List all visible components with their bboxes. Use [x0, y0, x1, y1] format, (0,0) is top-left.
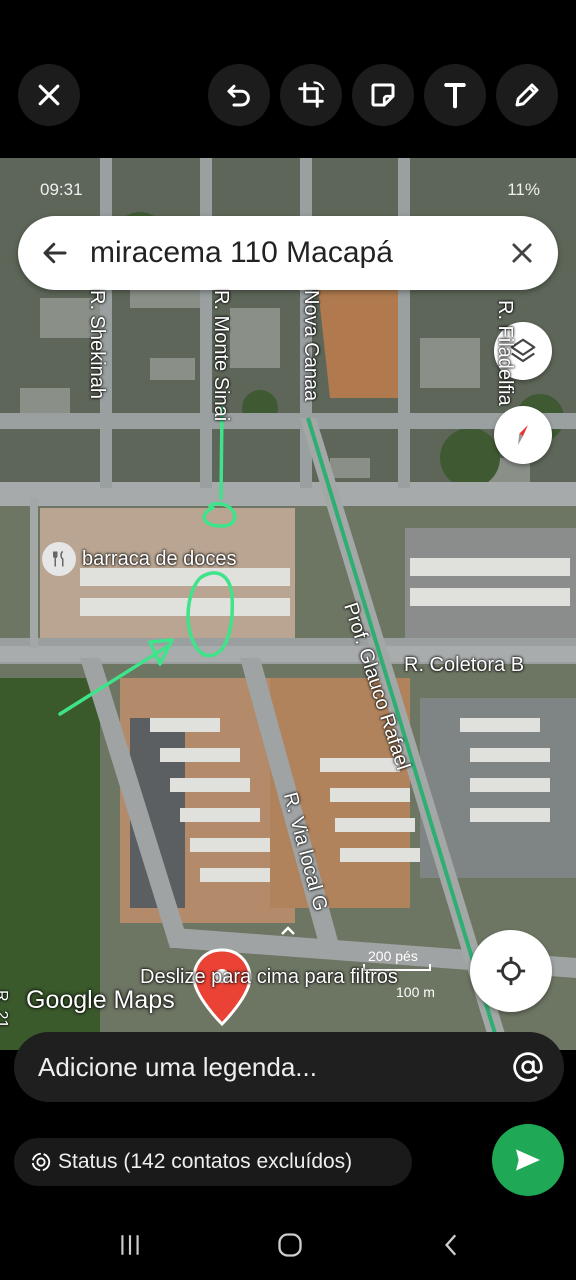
send-icon	[516, 1149, 540, 1171]
status-battery: 11%	[507, 180, 540, 199]
google-maps-logo: Google Maps	[26, 986, 175, 1014]
crop-rotate-button[interactable]	[280, 64, 342, 126]
status-audience-label: Status (142 contatos excluídos)	[58, 1150, 353, 1173]
status-time: 09:31	[40, 180, 83, 199]
status-icon	[31, 1152, 51, 1172]
back-chevron-icon	[444, 1234, 457, 1256]
street-label: R. 21	[0, 990, 10, 1029]
pencil-icon	[515, 83, 539, 107]
editor-toolbar	[0, 0, 576, 160]
send-button[interactable]	[492, 1124, 564, 1196]
pencil-button[interactable]	[496, 64, 558, 126]
home-button[interactable]	[270, 1228, 310, 1262]
poi-marker[interactable]: barraca de doces	[42, 542, 237, 576]
mention-icon[interactable]	[512, 1051, 544, 1083]
text-button[interactable]	[424, 64, 486, 126]
my-location-button[interactable]	[470, 930, 552, 1012]
undo-button[interactable]	[208, 64, 270, 126]
poi-label: barraca de doces	[82, 547, 237, 570]
street-label: R. Monte Sinai	[210, 290, 232, 422]
undo-icon	[227, 84, 250, 107]
close-button[interactable]	[18, 64, 80, 126]
clear-search-icon[interactable]	[508, 239, 536, 267]
street-label: R. Filadelfia	[494, 300, 516, 406]
home-icon	[278, 1233, 302, 1257]
back-button[interactable]	[432, 1228, 472, 1262]
caption-input[interactable]: Adicione uma legenda...	[14, 1032, 564, 1102]
scale-feet: 200 pés	[368, 948, 418, 964]
compass-icon	[518, 425, 528, 445]
search-query[interactable]: miracema 110 Macapá	[90, 236, 508, 270]
maps-search-bar[interactable]: miracema 110 Macapá	[18, 216, 558, 290]
recent-apps-icon	[121, 1235, 139, 1255]
caption-placeholder[interactable]: Adicione uma legenda...	[38, 1052, 512, 1083]
sticker-button[interactable]	[352, 64, 414, 126]
back-arrow-icon[interactable]	[40, 238, 70, 268]
phone-status-bar: 09:31 11%	[40, 180, 540, 200]
crop-rotate-icon	[298, 81, 325, 108]
crosshair-icon	[496, 956, 526, 986]
text-icon	[444, 83, 466, 109]
swipe-hint: Deslize para cima para filtros	[140, 966, 398, 988]
scale-meters: 100 m	[396, 984, 435, 1000]
recent-apps-button[interactable]	[110, 1228, 150, 1262]
restaurant-icon	[42, 542, 76, 576]
street-label: R. Coletora B	[404, 654, 525, 676]
sticker-icon	[371, 83, 395, 107]
close-icon	[38, 84, 60, 106]
street-label: Nova Canaa	[300, 290, 322, 402]
status-audience-button[interactable]: Status (142 contatos excluídos)	[14, 1138, 412, 1186]
compass-button[interactable]	[494, 406, 552, 464]
street-label: R. Shekinah	[86, 290, 108, 399]
